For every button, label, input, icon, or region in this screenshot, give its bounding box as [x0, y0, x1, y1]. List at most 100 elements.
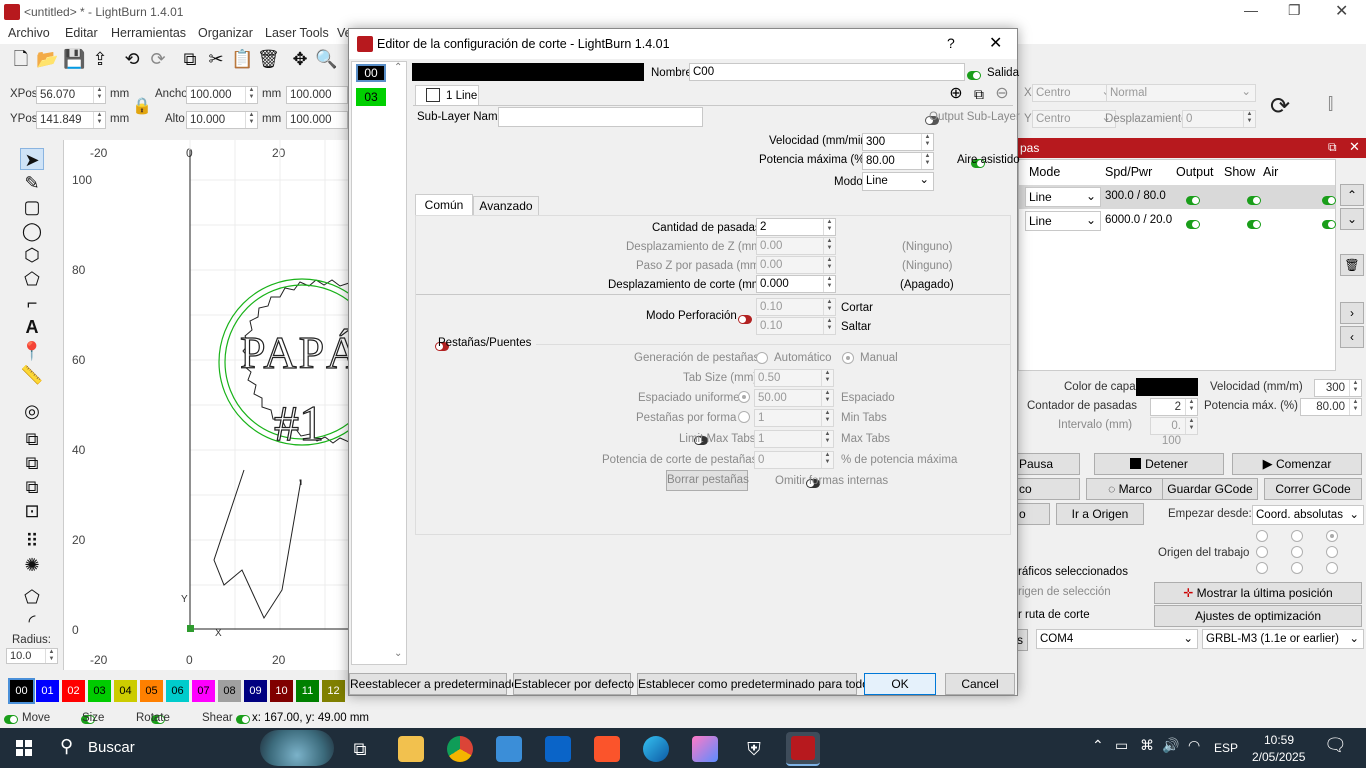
notifications-icon[interactable]: 🗨: [1324, 735, 1347, 756]
polygon-tool-icon[interactable]: ⬡: [20, 244, 44, 266]
correr-gcode-button[interactable]: Correr GCode: [1264, 478, 1362, 500]
minimize-icon[interactable]: —: [1244, 2, 1258, 18]
restore-icon[interactable]: ❐: [1288, 2, 1301, 19]
radius-input[interactable]: 10.0 ▲ ▼: [6, 648, 58, 664]
tray-time[interactable]: 10:59: [1264, 733, 1294, 747]
palette-swatch-02[interactable]: 02: [62, 680, 85, 702]
corner-radius-icon[interactable]: ◜: [20, 610, 44, 632]
ypos-input[interactable]: 141.849 ▲ ▼: [36, 111, 106, 129]
espuni-radio[interactable]: [738, 391, 750, 403]
row-output-toggle[interactable]: [1186, 196, 1200, 206]
origin-bot-left[interactable]: [1256, 562, 1268, 574]
sublayer-name-input[interactable]: [498, 107, 703, 127]
tray-date[interactable]: 2/05/2025: [1252, 750, 1305, 764]
delete-icon[interactable]: 🗑: [257, 48, 280, 70]
remove-sublayer-icon[interactable]: ⊖: [993, 85, 1011, 103]
velocidad-input[interactable]: 300 ▲ ▼: [1314, 379, 1362, 397]
circular-array-icon[interactable]: ✺: [20, 554, 44, 576]
row-air-toggle[interactable]: [1321, 196, 1336, 206]
co-button[interactable]: co: [1014, 478, 1080, 500]
scroll-up-icon[interactable]: ⌃: [394, 62, 402, 73]
prev-layer-button[interactable]: ‹: [1340, 326, 1364, 348]
palette-swatch-00[interactable]: 00: [8, 678, 35, 704]
pasoz-input[interactable]: 0.00 ▲ ▼: [756, 256, 836, 274]
row-show-toggle[interactable]: [1247, 196, 1262, 206]
origin-mid-right[interactable]: [1326, 546, 1338, 558]
cut-icon[interactable]: ✂: [205, 48, 227, 70]
origin-bot-right[interactable]: [1326, 562, 1338, 574]
set-default-all-button[interactable]: Establecer como predeterminado para todo…: [637, 673, 875, 695]
sublayer-tab[interactable]: 1 Line: [415, 85, 479, 105]
export-icon[interactable]: ⇪: [89, 48, 111, 70]
close-panel-icon[interactable]: ✕: [1349, 139, 1360, 155]
row-mode-select[interactable]: Line ⌄: [1025, 211, 1101, 231]
frame-tool-icon[interactable]: ⌐: [20, 292, 44, 314]
start-windows-icon[interactable]: [16, 740, 32, 756]
desz-input[interactable]: 0.00 ▲ ▼: [756, 237, 836, 255]
perforacion-toggle[interactable]: [738, 315, 752, 325]
borrar-pestanas-button[interactable]: Borrar pestañas: [666, 470, 749, 491]
copy-icon[interactable]: ⧉: [179, 48, 201, 70]
contador-input[interactable]: 2 ▲ ▼: [1150, 398, 1198, 416]
design-canvas[interactable]: -20 0 20 100 80 60 40 20 0 -20 0 20 PAPÁ…: [64, 140, 360, 670]
limit-input[interactable]: 1 ▲ ▼: [754, 430, 834, 448]
align-center-icon[interactable]: ⫿: [1328, 96, 1333, 114]
palette-swatch-10[interactable]: 10: [270, 680, 293, 702]
ajustes-optimizacion-button[interactable]: Ajustes de optimización: [1154, 605, 1362, 627]
outlook-icon[interactable]: [545, 736, 571, 762]
gen-manual-radio[interactable]: [842, 352, 854, 364]
cancel-button[interactable]: Cancel: [945, 673, 1015, 695]
y-align-select[interactable]: Centro ⌄: [1032, 110, 1116, 128]
o-button[interactable]: o: [1014, 503, 1050, 525]
blend-mode-select[interactable]: Normal ⌄: [1106, 84, 1256, 102]
store-icon[interactable]: [496, 736, 522, 762]
boolean-subtract-icon[interactable]: ⧉: [20, 452, 44, 474]
next-layer-button[interactable]: ›: [1340, 302, 1364, 324]
espuni-input[interactable]: 50.00 ▲ ▼: [754, 389, 834, 407]
ir-origen-button[interactable]: Ir a Origen: [1056, 503, 1144, 525]
palette-swatch-09[interactable]: 09: [244, 680, 267, 702]
com-port-select[interactable]: COM4 ⌄: [1036, 629, 1198, 649]
menu-laser-tools[interactable]: Laser Tools: [265, 26, 329, 40]
potencia-input[interactable]: 80.00 ▲ ▼: [1300, 398, 1362, 416]
weld-icon[interactable]: ⊡: [20, 500, 44, 522]
palette-swatch-08[interactable]: 08: [218, 680, 241, 702]
ellipse-tool-icon[interactable]: ◯: [20, 220, 44, 242]
palette-swatch-01[interactable]: 01: [36, 680, 59, 702]
task-view-icon[interactable]: ⧉: [347, 736, 373, 762]
rectangle-tool-icon[interactable]: ▢: [20, 196, 44, 218]
porforma-radio[interactable]: [738, 411, 750, 423]
tabsize-input[interactable]: 0.50 ▲ ▼: [754, 369, 834, 387]
sublayer-checkbox[interactable]: [426, 88, 440, 102]
empezar-select[interactable]: Coord. absolutas ⌄: [1252, 505, 1364, 525]
boolean-union-icon[interactable]: ⧉: [20, 428, 44, 450]
modo-select[interactable]: Line ⌄: [862, 172, 934, 191]
origin-top-center[interactable]: [1291, 530, 1303, 542]
set-default-button[interactable]: Establecer por defecto: [513, 673, 634, 695]
layer-color-swatch[interactable]: [1136, 378, 1198, 396]
menu-archivo[interactable]: Archivo: [8, 26, 50, 40]
tray-language[interactable]: ESP: [1214, 741, 1238, 755]
palette-swatch-12[interactable]: 12: [322, 680, 345, 702]
tab-avanzado[interactable]: Avanzado: [473, 196, 539, 215]
origin-mid-left[interactable]: [1256, 546, 1268, 558]
search-icon[interactable]: ⚲: [60, 736, 73, 757]
new-file-icon[interactable]: 🗋: [10, 48, 32, 70]
tray-network-icon[interactable]: ⌘: [1140, 737, 1154, 754]
alto-input[interactable]: 10.000 ▲ ▼: [186, 111, 258, 129]
float-panel-icon[interactable]: ⧉: [1328, 140, 1337, 155]
design-text-papa[interactable]: PAPÁ: [239, 326, 361, 379]
file-explorer-icon[interactable]: [398, 736, 424, 762]
position-tool-icon[interactable]: 📍: [20, 340, 44, 362]
row-air-toggle[interactable]: [1321, 220, 1336, 230]
potencia-input[interactable]: 80.00 ▲ ▼: [862, 152, 934, 170]
design-text-number[interactable]: #1: [273, 394, 324, 452]
velocidad-input[interactable]: 300 ▲ ▼: [862, 133, 934, 151]
boolean-intersect-icon[interactable]: ⧉: [20, 476, 44, 498]
device-profile-select[interactable]: GRBL-M3 (1.1e or earlier) ⌄: [1202, 629, 1364, 649]
open-folder-icon[interactable]: 📂: [36, 48, 58, 70]
edge-icon[interactable]: [643, 736, 669, 762]
row-output-toggle[interactable]: [1186, 220, 1200, 230]
tab-comun[interactable]: Común: [415, 194, 473, 215]
rotate-design-icon[interactable]: ⟳: [1270, 92, 1290, 121]
